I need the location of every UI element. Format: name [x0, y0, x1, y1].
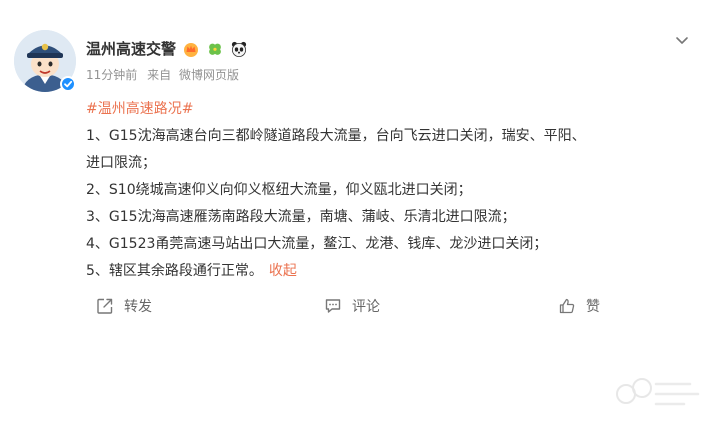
author-name[interactable]: 温州高速交警 — [86, 38, 176, 59]
post-line-5: 4、G1523甬莞高速马站出口大流量，鳌江、龙港、钱库、龙沙进口关闭； — [86, 236, 548, 252]
repost-label: 转发 — [124, 299, 152, 315]
comment-icon — [325, 299, 341, 313]
comment-label: 评论 — [352, 299, 380, 315]
watermark-logo — [612, 372, 704, 412]
post-author-row: 温州高速交警 — [86, 38, 248, 59]
repost-button[interactable]: 转发 — [96, 292, 152, 320]
post-actions: 转发 评论 赞 — [0, 292, 713, 320]
chevron-down-icon[interactable] — [672, 30, 692, 50]
weibo-post-card: 温州高速交警 11分钟前 来自 微博网页版 #温州高速路况# 1、G15沈海高速… — [0, 0, 713, 428]
repost-icon — [97, 298, 113, 314]
collapse-link[interactable]: 收起 — [269, 263, 297, 279]
post-time[interactable]: 11分钟前 — [86, 68, 137, 82]
thumbs-up-icon — [559, 298, 575, 314]
hashtag-link[interactable]: #温州高速路况# — [86, 101, 193, 117]
like-button[interactable]: 赞 — [558, 292, 600, 320]
post-line-3: 2、S10绕城高速仰义向仰义枢纽大流量，仰义瓯北进口关闭； — [86, 182, 472, 198]
post-line-1: 1、G15沈海高速台向三都岭隧道路段大流量，台向飞云进口关闭，瑞安、平阳、 — [86, 128, 586, 144]
post-line-4: 3、G15沈海高速雁荡南路段大流量，南塘、蒲岐、乐清北进口限流； — [86, 209, 516, 225]
clover-badge-icon[interactable] — [206, 40, 224, 58]
post-line-2: 进口限流； — [86, 155, 156, 171]
post-source: 微博网页版 — [178, 68, 239, 82]
panda-badge-icon[interactable] — [230, 40, 248, 58]
post-line-6: 5、辖区其余路段通行正常。 — [86, 263, 263, 279]
like-label: 赞 — [586, 299, 600, 315]
verified-badge-icon — [60, 76, 76, 92]
crown-badge-icon[interactable] — [182, 40, 200, 58]
post-meta: 11分钟前 来自 微博网页版 — [86, 66, 239, 83]
comment-button[interactable]: 评论 — [324, 292, 380, 320]
post-body: #温州高速路况# 1、G15沈海高速台向三都岭隧道路段大流量，台向飞云进口关闭，… — [86, 96, 686, 285]
author-badges — [182, 40, 248, 58]
post-source-prefix: 来自 — [147, 68, 172, 82]
